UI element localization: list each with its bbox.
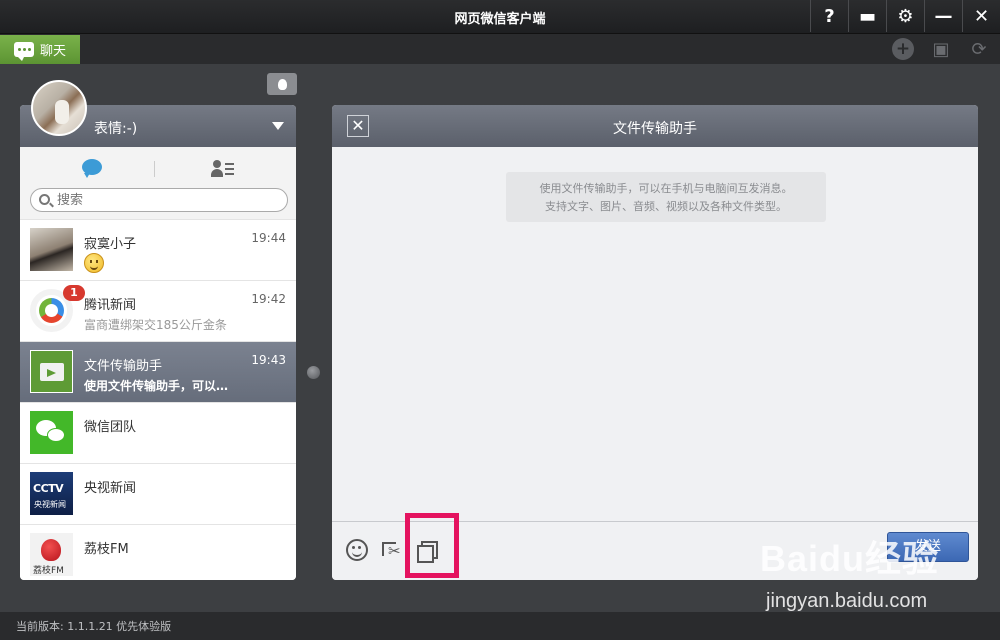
help-icon[interactable]: ? [810, 0, 848, 32]
cctv-logo-text: CCTV [33, 482, 64, 495]
emoji-icon[interactable] [346, 539, 368, 561]
tab-chat[interactable]: 聊天 [0, 35, 80, 64]
contact-name: 央视新闻 [84, 481, 137, 496]
contact-name: 寂寞小子 [84, 237, 137, 252]
conversation-list: 寂寞小子 19:44 1 腾讯新闻 19:42 富商遭绑架交185公斤金条 文件… [20, 219, 296, 580]
cctv-logo-sub: 央视新闻 [34, 500, 66, 509]
tab-chat-label: 聊天 [40, 44, 67, 59]
message-preview: 使用文件传输助手，可以… [84, 379, 229, 393]
panel-switcher [20, 147, 296, 193]
conversation-item[interactable]: 微信团队 [20, 402, 296, 463]
watermark-url: jingyan.baidu.com [766, 590, 928, 612]
contacts-icon[interactable] [211, 160, 235, 178]
conversation-item[interactable]: 荔枝FM 荔枝FM [20, 524, 296, 580]
notice-line: 支持文字、图片、音频、视频以及各种文件类型。 [545, 200, 787, 213]
send-file-icon[interactable] [416, 539, 438, 563]
chat-list-icon[interactable] [82, 159, 102, 178]
my-avatar[interactable] [31, 80, 87, 136]
conversation-panel: 表情:-) 寂寞小子 19:44 1 腾讯新闻 19:42 富商遭绑架交185公… [20, 105, 296, 580]
contact-name: 文件传输助手 [84, 359, 163, 374]
message-time: 19:43 [251, 353, 286, 367]
message-time: 19:44 [251, 231, 286, 245]
composer[interactable]: 发送 [332, 522, 978, 580]
chevron-down-icon[interactable] [272, 122, 284, 130]
contact-name: 腾讯新闻 [84, 298, 137, 313]
profile-status: 表情:-) [94, 121, 138, 137]
minimize-icon[interactable]: — [924, 0, 962, 32]
system-notice: 使用文件传输助手，可以在手机与电脑间互发消息。 支持文字、图片、音频、视频以及各… [506, 172, 826, 222]
settings-icon[interactable]: ⚙ [886, 0, 924, 32]
conversation-item-selected[interactable]: 文件传输助手 19:43 使用文件传输助手，可以… [20, 341, 296, 402]
folder-icon[interactable]: ▣ [930, 38, 952, 60]
message-preview: 富商遭绑架交185公斤金条 [84, 318, 227, 332]
chat-title: 文件传输助手 [613, 121, 697, 137]
panel-resize-handle[interactable] [307, 366, 320, 379]
title-bar: 网页微信客户端 ? ▬ ⚙ — ✕ [0, 0, 1000, 34]
lizhi-logo-sub: 荔枝FM [33, 566, 64, 576]
avatar [30, 228, 73, 271]
search-area [20, 188, 296, 219]
notice-line: 使用文件传输助手，可以在手机与电脑间互发消息。 [539, 182, 793, 195]
unread-badge: 1 [63, 285, 85, 301]
smiley-emoji-icon [84, 253, 104, 273]
feedback-icon[interactable]: ▬ [848, 0, 886, 32]
version-text: 当前版本: 1.1.1.21 优先体验版 [16, 620, 172, 633]
contact-name: 荔枝FM [84, 542, 129, 557]
tab-tools: + ▣ ⟳ [892, 38, 990, 60]
contact-name: 微信团队 [84, 420, 137, 435]
search-icon [39, 194, 50, 205]
search-input[interactable] [57, 192, 277, 208]
close-icon[interactable]: ✕ [962, 0, 1000, 32]
chat-bubble-icon [14, 42, 34, 61]
refresh-icon[interactable]: ⟳ [968, 38, 990, 60]
chat-header: ✕ 文件传输助手 [332, 105, 978, 147]
tab-bar: 聊天 + ▣ ⟳ [0, 34, 1000, 64]
message-time: 19:42 [251, 292, 286, 306]
conversation-item[interactable]: CCTV 央视新闻 央视新闻 [20, 463, 296, 524]
avatar: CCTV 央视新闻 [30, 472, 73, 515]
avatar: 荔枝FM [30, 533, 73, 576]
add-icon[interactable]: + [892, 38, 914, 60]
chat-panel: ✕ 文件传输助手 使用文件传输助手，可以在手机与电脑间互发消息。 支持文字、图片… [332, 105, 978, 580]
conversation-item[interactable]: 1 腾讯新闻 19:42 富商遭绑架交185公斤金条 [20, 280, 296, 341]
conversation-item[interactable]: 寂寞小子 19:44 [20, 219, 296, 280]
status-bar: 当前版本: 1.1.1.21 优先体验版 [0, 612, 1000, 640]
window-controls: ? ▬ ⚙ — ✕ [810, 0, 1000, 32]
search-box[interactable] [30, 188, 288, 212]
avatar [30, 411, 73, 454]
message-area[interactable]: 使用文件传输助手，可以在手机与电脑间互发消息。 支持文字、图片、音频、视频以及各… [332, 147, 978, 522]
avatar [30, 350, 73, 393]
screenshot-icon[interactable] [380, 539, 402, 561]
switcher-divider [154, 161, 155, 177]
lightbulb-icon[interactable] [267, 73, 297, 95]
send-button[interactable]: 发送 [887, 532, 969, 562]
